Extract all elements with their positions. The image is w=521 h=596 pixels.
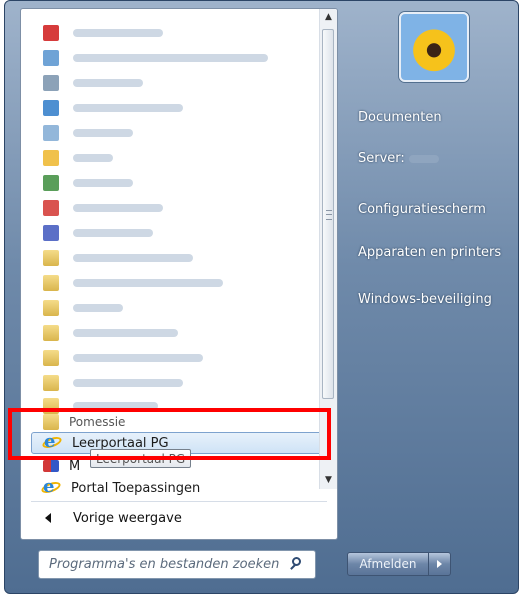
control-panel-link[interactable]: Configuratiescherm	[358, 202, 486, 217]
list-item[interactable]	[31, 97, 316, 119]
documents-link[interactable]: Documenten	[358, 110, 442, 125]
avatar[interactable]	[399, 12, 469, 82]
list-item[interactable]	[31, 47, 316, 69]
logoff-button[interactable]: Afmelden	[347, 552, 429, 576]
list-item[interactable]	[31, 297, 316, 319]
back-button[interactable]: Vorige weergave	[31, 505, 321, 531]
scroll-up-icon[interactable]: ▲	[320, 9, 337, 26]
portal-label: Portal Toepassingen	[71, 480, 201, 496]
list-item[interactable]	[31, 197, 316, 219]
ie-icon: e	[40, 476, 62, 497]
back-arrow-icon	[45, 513, 51, 523]
portal-item[interactable]: e Portal Toepassingen	[31, 476, 316, 499]
list-item[interactable]	[31, 347, 316, 369]
list-item[interactable]	[31, 322, 316, 344]
shutdown-arrow-icon[interactable]	[429, 552, 451, 576]
list-item[interactable]	[31, 272, 316, 294]
highlight-box	[8, 408, 331, 460]
server-label: Server:	[358, 151, 405, 166]
shutdown-group: Afmelden	[347, 552, 451, 576]
list-item[interactable]	[31, 222, 316, 244]
scroll-down-icon[interactable]: ▼	[320, 472, 337, 489]
scroll-thumb[interactable]	[322, 29, 334, 399]
windows-security-link[interactable]: Windows-beveiliging	[358, 292, 492, 307]
list-item[interactable]	[31, 72, 316, 94]
server-name-blurred	[408, 154, 439, 163]
back-label: Vorige weergave	[73, 510, 182, 526]
search-input[interactable]: Programma's en bestanden zoeken	[49, 557, 289, 572]
server-link[interactable]: Server:	[358, 151, 439, 166]
list-item[interactable]	[31, 172, 316, 194]
devices-printers-link[interactable]: Apparaten en printers	[358, 245, 501, 260]
pg-icon	[43, 460, 59, 472]
search-box[interactable]: Programma's en bestanden zoeken	[38, 550, 316, 579]
list-item[interactable]	[31, 372, 316, 394]
list-item[interactable]	[31, 22, 316, 44]
list-item[interactable]	[31, 122, 316, 144]
start-menu: Pomessie e Leerportaal PG M e Portal Toe…	[4, 0, 519, 594]
list-item[interactable]	[31, 247, 316, 269]
divider	[31, 501, 327, 502]
list-item[interactable]	[31, 147, 316, 169]
pg-label: M	[69, 458, 81, 474]
search-icon[interactable]	[289, 556, 307, 574]
